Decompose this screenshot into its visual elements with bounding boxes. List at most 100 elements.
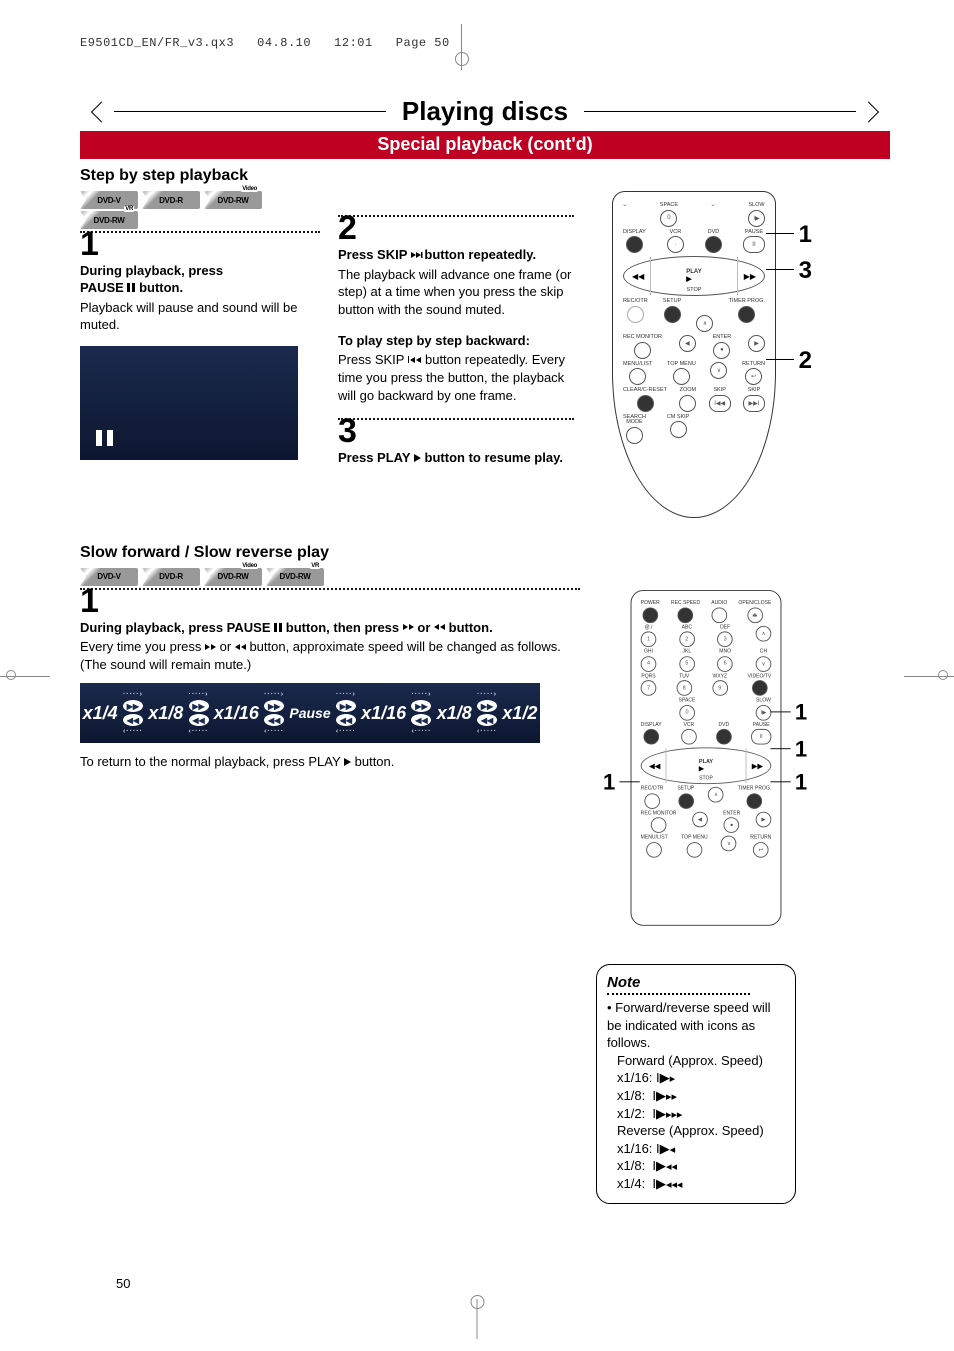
remote-topmenu (673, 368, 690, 385)
remote-dvd (705, 236, 722, 253)
remote-5: 5 (679, 655, 695, 671)
remote-timer (738, 306, 755, 323)
note-rev-16: x1/16: I▶◂ (607, 1140, 785, 1158)
note-rev-head: Reverse (Approx. Speed) (607, 1122, 785, 1140)
file-header: E9501CD_EN/FR_v3.qx3 04.8.10 12:01 Page … (80, 36, 890, 50)
remote-recmon (634, 342, 651, 359)
chevron-right-icon (856, 99, 890, 125)
step2-bold: Press SKIP button repeatedly. (338, 247, 574, 264)
pause-icon (274, 623, 282, 632)
page-number: 50 (116, 1276, 130, 1291)
remote-ch-dn: ∨ (756, 655, 772, 671)
remote-skip-fwd: ▶▶I (743, 395, 765, 412)
remote-menulist (629, 368, 646, 385)
remote-setup (664, 306, 681, 323)
dotted-rule-icon (338, 418, 574, 420)
ff-icon: ▶▶ (123, 700, 143, 712)
remote-body: ⌣SPACE0 ⌣SLOWI▶ DISPLAY VCR· DVD PAUSEII… (612, 191, 776, 518)
col-left: DVD-V DVD-R DVD-RWVideo DVD-RWVR 1 Durin… (80, 191, 320, 460)
remote-return: ↩ (753, 841, 769, 857)
badge-dvdrw-video: DVD-RWVideo (204, 191, 262, 209)
ff-icon: ▶▶ (411, 700, 431, 712)
remote-fwd: ▶▶ (744, 272, 756, 281)
page-title-row: Playing discs (80, 96, 890, 127)
ff-icon (205, 644, 216, 650)
remote-down: ∨ (710, 362, 727, 379)
callout-1-left: 1 (603, 770, 615, 796)
note-rev-8: x1/8: I▶◂◂ (607, 1157, 785, 1175)
callout-1-r3: 1 (795, 770, 807, 796)
remote-recmon (651, 817, 667, 833)
remote-9: 9 (712, 680, 728, 696)
rw-icon: ◀◀ (411, 714, 431, 726)
note-fwd-16: x1/16: I▶▸ (607, 1069, 785, 1087)
remote-play-oval: ◀◀ PLAY▶ ▶▶ STOP (623, 256, 765, 296)
callout-1-r2: 1 (795, 737, 807, 763)
speed-pause: Pause (289, 705, 330, 721)
remote-dvd (716, 728, 732, 744)
remote-play-oval: ◀◀ PLAY▶ ▶▶ STOP (641, 747, 772, 784)
ff-icon: ▶▶ (336, 700, 356, 712)
section1-columns: DVD-V DVD-R DVD-RWVideo DVD-RWVR 1 Durin… (80, 191, 890, 518)
rw-icon: ◀◀ (189, 714, 209, 726)
note-fwd-2: x1/2: I▶▸▸▸ (607, 1105, 785, 1123)
badge-dvdv: DVD-V (80, 568, 138, 586)
callout-3: 3 (799, 257, 812, 285)
remote-enter: ● (713, 342, 730, 359)
remote-1: 1 (641, 631, 657, 647)
badge-dvdrw-video: DVD-RWVideo (204, 568, 262, 586)
remote-ch-up: ∧ (756, 625, 772, 641)
callout-1-r1: 1 (795, 700, 807, 726)
speed-diagram: x1/4 ·····›▶▶◀◀‹····· x1/8 ·····›▶▶◀◀‹··… (80, 683, 540, 743)
ff-icon: ▶▶ (477, 700, 497, 712)
remote-timer (747, 792, 763, 808)
remote-pause: II (751, 728, 771, 744)
remote-right: ▶ (756, 811, 772, 827)
remote-rew: ◀◀ (632, 272, 644, 281)
speed-x1-16b: x1/16 (361, 703, 406, 724)
remote-display (626, 236, 643, 253)
dotted-rule-icon (80, 231, 320, 233)
remote-up: ∧ (696, 315, 713, 332)
skip-fwd-icon (411, 252, 421, 258)
remote-search (626, 427, 643, 444)
remote-zoom (679, 395, 696, 412)
remote-body: POWER REC SPEED AUDIO OPEN/CLOSE⏏ @./1 A… (631, 590, 782, 925)
remote-up: ∧ (708, 786, 724, 802)
file-name: E9501CD_EN/FR_v3.qx3 (80, 36, 234, 50)
slow-resume: To return to the normal playback, press … (80, 753, 578, 771)
file-date: 04.8.10 (257, 36, 311, 50)
section-heading: Step by step playback (80, 167, 890, 185)
dotted-rule-icon (80, 588, 580, 590)
file-page: Page 50 (396, 36, 450, 50)
rule-icon (584, 111, 856, 112)
remote-space: 0 (679, 704, 695, 720)
page-title: Playing discs (386, 96, 584, 127)
pause-icon (96, 430, 114, 446)
remote-illustration: ⌣SPACE0 ⌣SLOWI▶ DISPLAY VCR· DVD PAUSEII… (612, 191, 776, 518)
speed-x1-2: x1/2 (502, 703, 537, 724)
remote-right: ▶ (748, 335, 765, 352)
speed-x1-8: x1/8 (148, 703, 183, 724)
step1-text: Playback will pause and sound will be mu… (80, 299, 320, 334)
col-mid: 2 Press SKIP button repeatedly. The play… (338, 191, 574, 467)
page-subtitle: Special playback (cont'd) (80, 131, 890, 159)
badge-dvdr: DVD-R (142, 568, 200, 586)
speed-x1-8b: x1/8 (437, 703, 472, 724)
remote-7: 7 (641, 680, 657, 696)
rw-icon: ◀◀ (123, 714, 143, 726)
play-icon (344, 758, 351, 766)
remote-slow: I▶ (748, 210, 765, 227)
file-time: 12:01 (334, 36, 373, 50)
remote-menulist (646, 841, 662, 857)
badge-dvdrw-vr: DVD-RWVR (80, 211, 138, 229)
rw-icon (235, 644, 246, 650)
remote-open: ⏏ (747, 607, 763, 623)
remote-slow: I▶ (756, 704, 772, 720)
badge-dvdrw-vr: DVD-RWVR (266, 568, 324, 586)
rw-icon (434, 624, 445, 630)
note-rev-4: x1/4: I▶◂◂◂ (607, 1175, 785, 1193)
remote-vcr (681, 728, 697, 744)
note-title: Note (607, 973, 750, 995)
section-heading: Slow forward / Slow reverse play (80, 544, 890, 562)
